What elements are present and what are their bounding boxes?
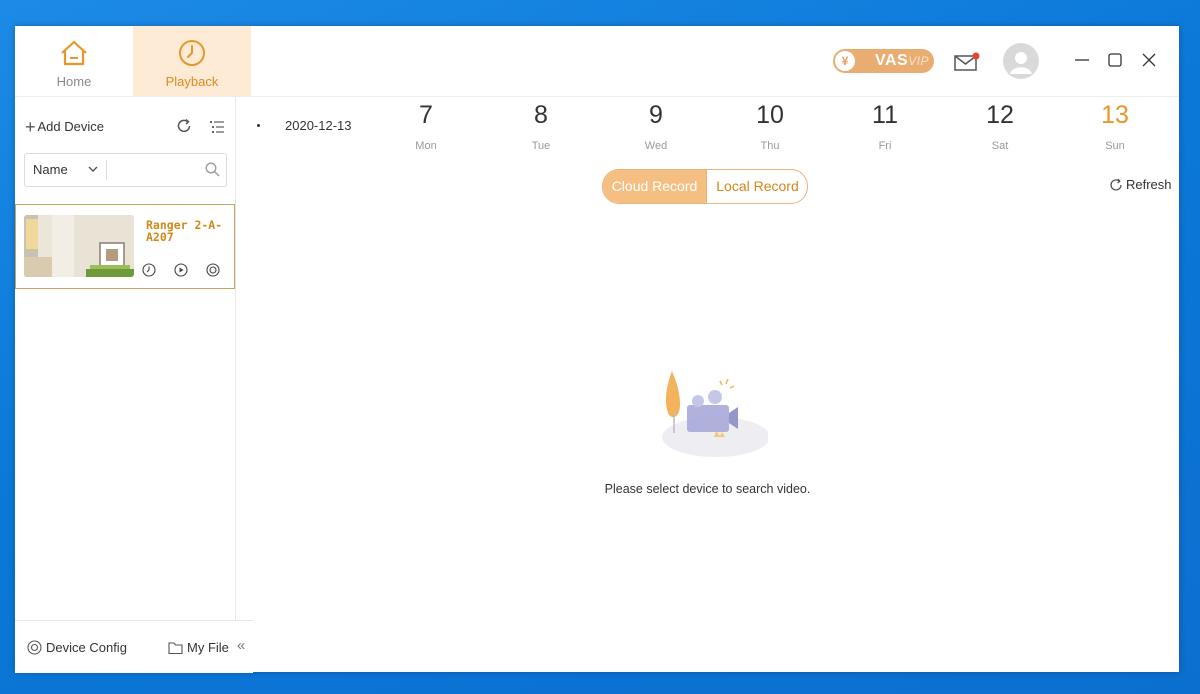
current-date[interactable]: 2020-12-13 [285,118,352,133]
refresh-button[interactable]: Refresh [1109,177,1172,192]
vas-label: VAS [875,52,909,69]
top-bar: Home Playback ¥ VASVIP [15,26,1179,97]
my-file-button[interactable]: My File [168,640,229,655]
device-config-button[interactable]: Device Config [27,640,127,655]
minimize-icon[interactable] [1074,52,1090,68]
camera-snapshot-image [24,215,134,277]
mail-icon[interactable] [954,52,980,72]
day-name: Sat [991,140,1009,152]
day-mon[interactable]: 7 Mon [396,100,456,152]
close-icon[interactable] [1141,52,1157,68]
cloud-record-tab[interactable]: Cloud Record [603,170,706,203]
app-window: Home Playback ¥ VASVIP + Add Device Name… [15,26,1179,673]
record-source-toggle: Cloud Record Local Record [602,169,808,204]
day-number: 13 [1101,101,1129,129]
nav-playback-label: Playback [165,74,219,89]
device-config-icon [27,640,42,655]
day-number: 8 [534,101,548,129]
avatar[interactable] [1003,43,1039,79]
no-video-illustration [662,371,768,457]
day-name: Mon [415,140,437,152]
nav-home-label: Home [56,74,92,89]
day-tue[interactable]: 8 Tue [511,100,571,152]
local-record-tab[interactable]: Local Record [706,170,807,203]
day-number: 9 [649,101,663,129]
day-number: 11 [872,101,898,129]
play-icon[interactable] [174,263,188,277]
search-input[interactable] [111,158,205,182]
device-config-label: Device Config [46,640,127,655]
folder-icon [168,642,183,655]
date-dot [257,124,260,127]
chevron-down-icon[interactable] [87,163,99,175]
day-name: Sun [1105,140,1125,152]
day-fri[interactable]: 11 Fri [855,100,915,152]
nav-tab-playback[interactable]: Playback [133,26,251,96]
vas-badge[interactable]: ¥ VASVIP [833,49,934,73]
sidebar-footer: Device Config My File « [15,620,253,673]
empty-state-message: Please select device to search video. [604,482,811,496]
search-divider [106,160,107,180]
day-number: 12 [986,101,1014,129]
yen-icon: ¥ [835,51,855,71]
list-view-icon[interactable] [209,119,225,135]
device-sidebar: + Add Device Name Ranger 2-A-A207 Device… [15,97,253,673]
my-file-label: My File [187,640,229,655]
search-icon[interactable] [205,162,220,177]
day-name: Fri [878,140,892,152]
avatar-icon [1010,52,1032,74]
nav-tab-home[interactable]: Home [15,26,133,96]
day-name: Tue [531,140,551,152]
day-wed[interactable]: 9 Wed [626,100,686,152]
day-number: 7 [419,101,433,129]
refresh-icon[interactable] [176,118,192,134]
refresh-label: Refresh [1126,177,1172,192]
home-icon [61,40,87,66]
add-device-button[interactable]: + Add Device [25,117,104,138]
day-sun-selected[interactable]: 13 Sun [1085,100,1145,152]
day-sat[interactable]: 12 Sat [970,100,1030,152]
device-card[interactable]: Ranger 2-A-A207 [15,204,235,289]
clock-icon [179,40,205,66]
search-filter-select[interactable]: Name [33,162,68,177]
vip-label: VIP [908,54,930,68]
plus-icon: + [25,117,36,137]
device-search: Name [24,153,227,187]
device-thumbnail [24,215,134,277]
device-name: Ranger 2-A-A207 [146,218,223,244]
settings-icon[interactable] [206,263,220,277]
maximize-icon[interactable] [1107,52,1123,68]
day-thu[interactable]: 10 Thu [740,100,800,152]
day-number: 10 [756,101,784,129]
day-name: Thu [760,140,780,152]
playback-main: 2020-12-13 7 Mon 8 Tue 9 Wed 10 Thu 11 F… [236,97,1179,672]
refresh-icon [1110,178,1122,191]
add-device-label: Add Device [37,119,104,134]
day-name: Wed [644,140,668,152]
playback-clock-icon[interactable] [142,263,156,277]
